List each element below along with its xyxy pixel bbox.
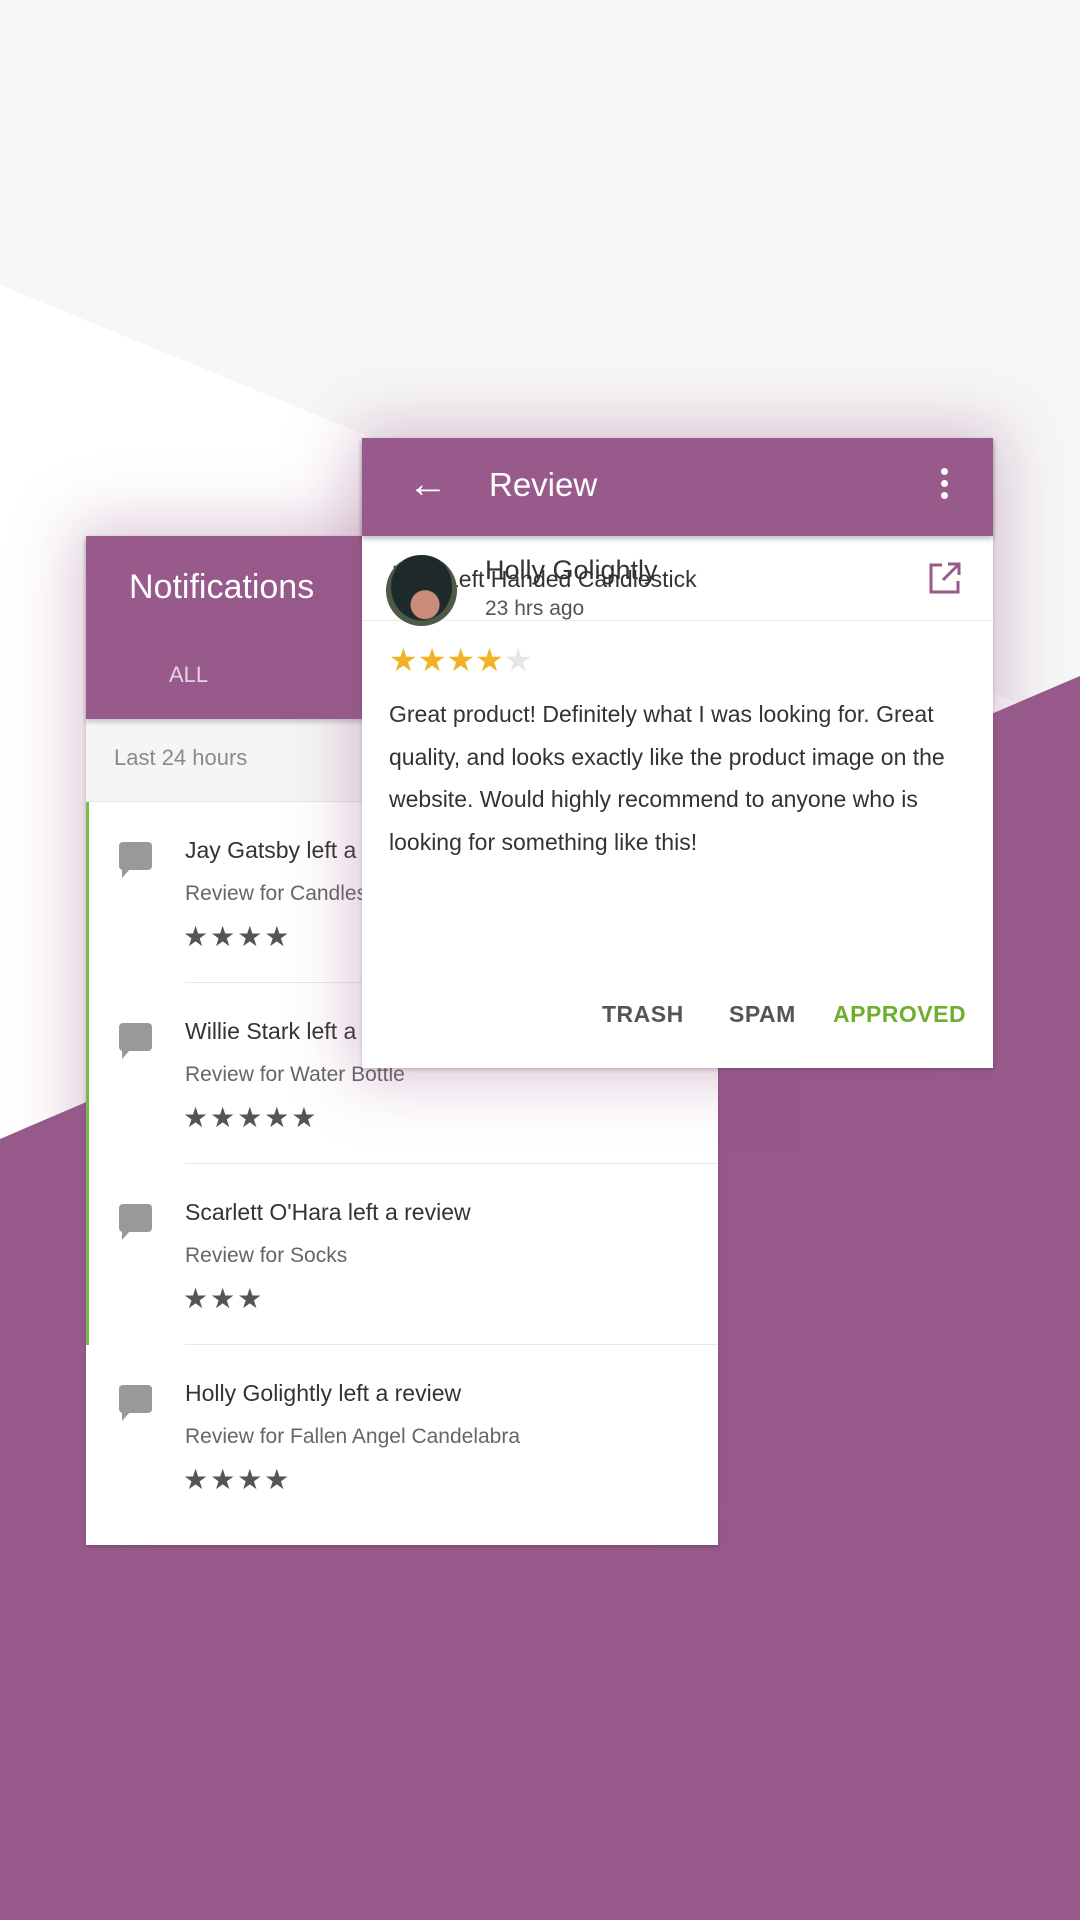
approved-button[interactable]: APPROVED xyxy=(833,1001,966,1028)
back-arrow-icon[interactable]: ← xyxy=(408,464,448,504)
item-stars: ★★★★ xyxy=(183,1464,292,1495)
review-header: ← Review xyxy=(362,438,993,536)
item-title: Holly Golightly left a review xyxy=(185,1380,462,1406)
comment-icon xyxy=(119,842,152,878)
more-vert-icon[interactable] xyxy=(936,468,952,506)
avatar xyxy=(386,555,457,626)
item-stars: ★★★★★ xyxy=(183,1102,319,1133)
item-stars: ★★★ xyxy=(183,1283,265,1314)
review-title: Review xyxy=(489,466,598,503)
item-subtitle: Review for Fallen Angel Candelabra xyxy=(185,1425,521,1448)
review-time: 23 hrs ago xyxy=(485,597,585,620)
trash-button[interactable]: TRASH xyxy=(602,1001,684,1028)
open-external-icon[interactable] xyxy=(928,561,962,595)
comment-icon xyxy=(119,1023,152,1059)
comment-icon xyxy=(119,1385,152,1421)
list-item[interactable]: Holly Golightly left a review Review for… xyxy=(86,1345,718,1526)
notifications-title: Notifications xyxy=(129,568,315,606)
rating-stars: ★★★★★ xyxy=(389,641,532,679)
review-card: ← Review Left Handed Candlestick Holly G… xyxy=(362,438,993,1068)
item-stars: ★★★★ xyxy=(183,921,292,952)
spam-button[interactable]: SPAM xyxy=(729,1001,796,1028)
star-empty: ★ xyxy=(503,642,533,678)
review-body: Great product! Definitely what I was loo… xyxy=(389,701,945,855)
product-row[interactable]: Left Handed Candlestick xyxy=(362,536,993,621)
star-filled: ★★★★ xyxy=(389,642,504,678)
tab-all[interactable]: ALL xyxy=(169,662,208,688)
item-title: Scarlett O'Hara left a review xyxy=(185,1199,471,1225)
item-subtitle: Review for Socks xyxy=(185,1244,348,1267)
comment-icon xyxy=(119,1204,152,1240)
reviewer-name: Holly Golightly xyxy=(485,555,658,585)
list-item[interactable]: Scarlett O'Hara left a review Review for… xyxy=(86,1164,718,1345)
